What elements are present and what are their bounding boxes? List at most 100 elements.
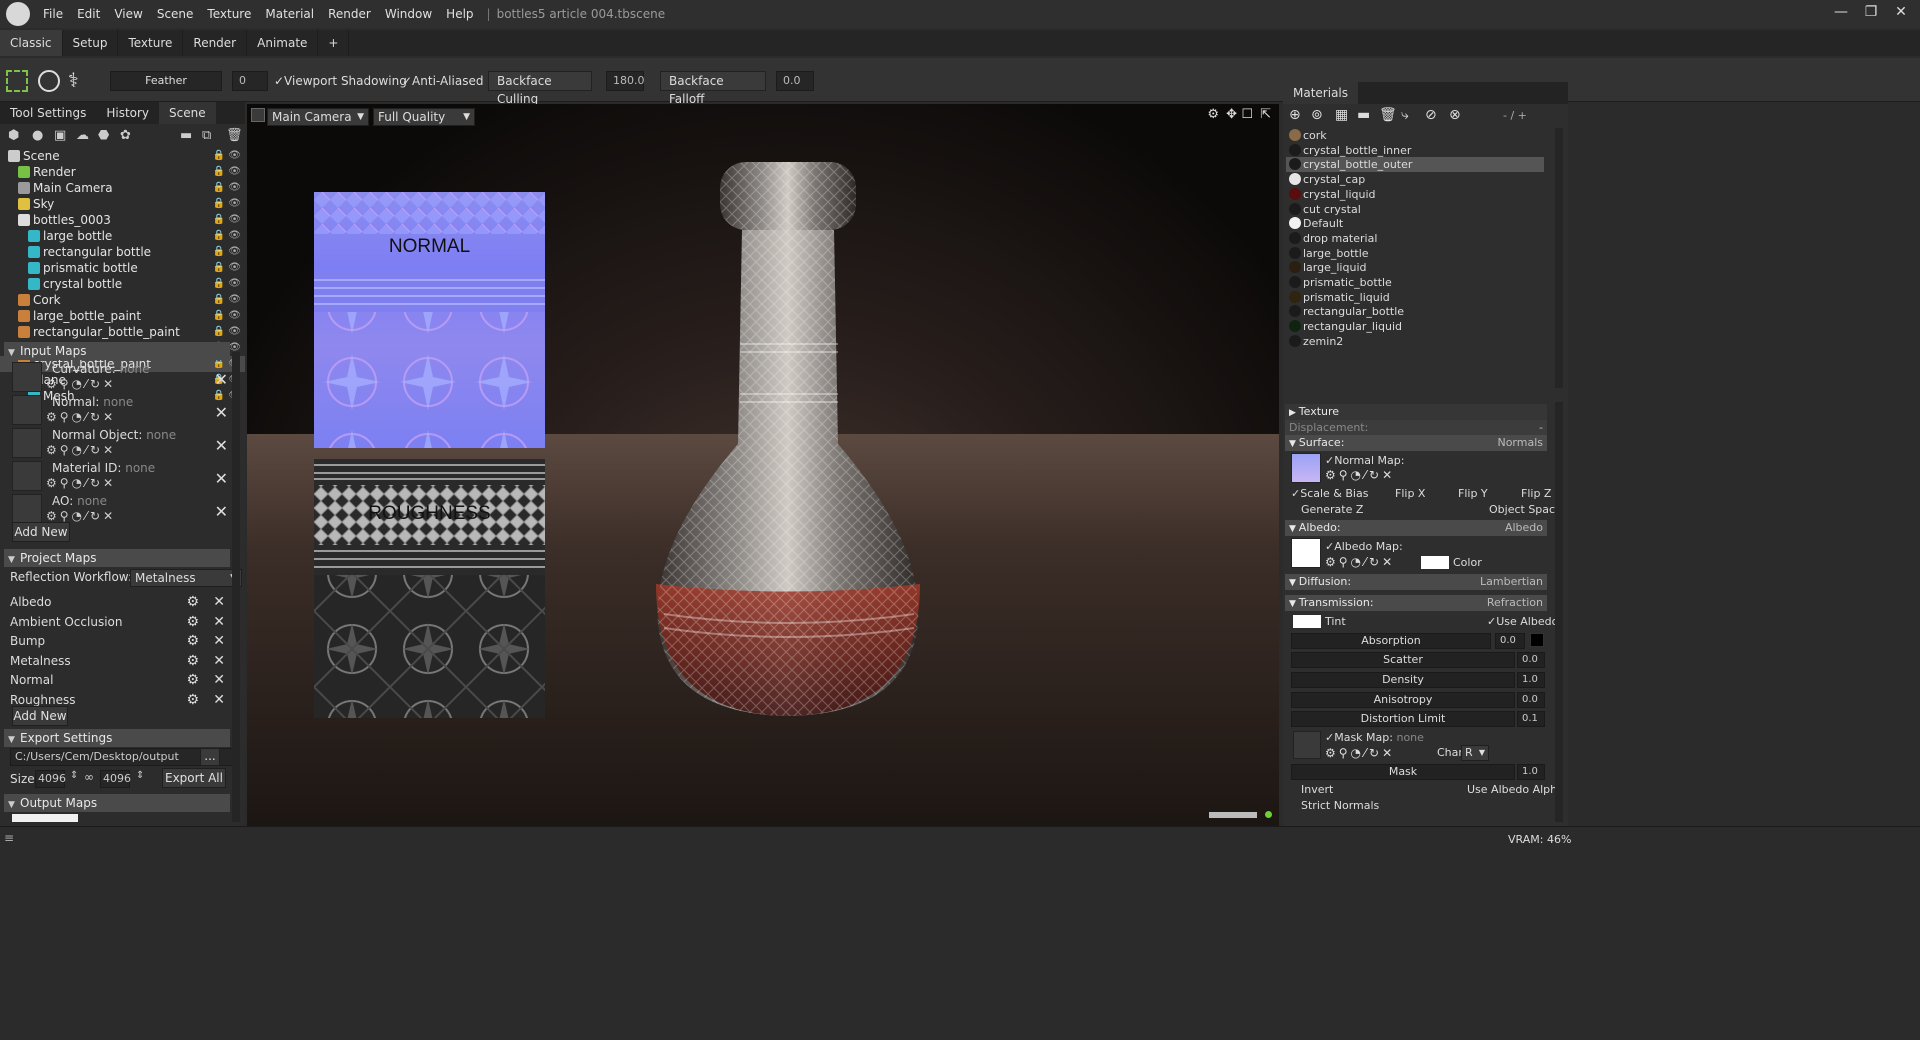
channel-select[interactable]: R ▼	[1461, 745, 1489, 761]
material-item[interactable]: drop material	[1286, 231, 1544, 246]
project-maps-header[interactable]: ▼ Project Maps	[4, 549, 230, 567]
scene-tree-item[interactable]: Scene 🔒 👁	[0, 148, 245, 164]
material-item[interactable]: large_liquid	[1286, 260, 1544, 275]
properties-scrollbar[interactable]	[1555, 402, 1563, 822]
viewport-shadowing-checkbox[interactable]: ✓Viewport Shadowing	[274, 71, 407, 91]
assign-icon[interactable]: ⤷	[1401, 107, 1409, 123]
input-map-thumb[interactable]	[12, 428, 42, 458]
distortion-limit-input[interactable]: 0.1	[1517, 711, 1545, 727]
lock-visibility-icon[interactable]: 🔒 👁	[213, 196, 241, 212]
menu-file[interactable]: File	[36, 7, 70, 21]
minimize-icon[interactable]: —	[1828, 4, 1854, 24]
input-maps-add-new-button[interactable]: Add New	[12, 522, 70, 542]
material-item[interactable]: cork	[1286, 128, 1544, 143]
mask-map-tools[interactable]: ⚙⚲◔⁄↻✕	[1325, 746, 1395, 760]
scene-tree-item[interactable]: Render 🔒 👁	[0, 164, 245, 180]
diffusion-header[interactable]: ▼ Diffusion: Lambertian	[1285, 574, 1547, 590]
texture-section-header[interactable]: ▶ Texture	[1285, 404, 1547, 420]
object-space-checkbox[interactable]: Object Space	[1489, 503, 1562, 516]
lock-visibility-icon[interactable]: 🔒 👁	[213, 308, 241, 324]
scene-tree-item[interactable]: Main Camera 🔒 👁	[0, 180, 245, 196]
close-icon[interactable]: ✕	[1888, 4, 1914, 24]
distortion-limit-slider[interactable]: Distortion Limit	[1291, 711, 1515, 727]
flip-x-checkbox[interactable]: Flip X	[1395, 487, 1425, 500]
input-map-thumb[interactable]	[12, 494, 42, 524]
viewport[interactable]: Main Camera ▼ Full Quality ▼ ⚙ ✥ ☐ ⇱ NOR…	[247, 104, 1279, 826]
albedo-map-tools[interactable]: ⚙⚲◔⁄↻✕	[1325, 555, 1395, 569]
checker-icon[interactable]: ▦	[1335, 107, 1348, 123]
scale-bias-checkbox[interactable]: ✓Scale & Bias	[1291, 487, 1368, 500]
backface-culling-button[interactable]: Backface Culling	[488, 71, 592, 106]
remove-icon[interactable]: ✕	[213, 592, 225, 612]
gear-icon[interactable]: ⚙	[186, 592, 199, 612]
generate-z-checkbox[interactable]: Generate Z	[1301, 503, 1363, 516]
width-input[interactable]: 4096	[35, 770, 66, 788]
use-albedo-alpha-checkbox[interactable]: Use Albedo Alpha	[1467, 783, 1564, 796]
folder-icon[interactable]: ▬	[1357, 107, 1370, 123]
frame-icon[interactable]: ☐	[1241, 107, 1253, 122]
input-map-slot[interactable]: Normal Object: none ⚙⚲◔⁄↻✕ ✕	[12, 428, 228, 461]
feather-input[interactable]: 0	[232, 71, 268, 91]
scene-tree-item[interactable]: large_bottle_paint 🔒 👁	[0, 308, 245, 324]
materials-scrollbar[interactable]	[1555, 128, 1563, 388]
lock-visibility-icon[interactable]: 🔒 👁	[213, 292, 241, 308]
gear-icon[interactable]: ⚙	[186, 612, 199, 632]
mask-slider[interactable]: Mask	[1291, 764, 1515, 780]
lock-visibility-icon[interactable]: 🔒 👁	[213, 276, 241, 292]
lock-visibility-icon[interactable]: 🔒 👁	[213, 164, 241, 180]
add-render-icon[interactable]: ✿	[120, 128, 131, 143]
add-object-icon[interactable]: ⬢	[8, 128, 19, 143]
absorption-slider[interactable]: Absorption	[1291, 633, 1491, 649]
select-icon[interactable]: ⊘	[1425, 107, 1437, 123]
strict-normals-checkbox[interactable]: Strict Normals	[1301, 799, 1379, 812]
duplicate-material-icon[interactable]: ⊚	[1311, 107, 1323, 123]
clear-icon[interactable]: ⊗	[1449, 107, 1461, 123]
scene-tree-item[interactable]: prismatic bottle 🔒 👁	[0, 260, 245, 276]
material-item[interactable]: crystal_liquid	[1286, 187, 1544, 202]
camera-select[interactable]: Main Camera ▼	[267, 108, 369, 126]
scene-tree-item[interactable]: Sky 🔒 👁	[0, 196, 245, 212]
material-item[interactable]: crystal_bottle_outer	[1286, 157, 1544, 173]
input-map-slot[interactable]: Normal: none ⚙⚲◔⁄↻✕ ✕	[12, 395, 228, 428]
menu-help[interactable]: Help	[439, 7, 480, 21]
add-camera-icon[interactable]: ▣	[54, 128, 66, 143]
browse-button[interactable]: ...	[200, 748, 220, 766]
scene-tree-item[interactable]: rectangular_bottle_paint 🔒 👁	[0, 324, 245, 340]
scene-tree-item[interactable]: bottles_0003 🔒 👁	[0, 212, 245, 228]
material-item[interactable]: zemin2	[1286, 334, 1544, 349]
remove-icon[interactable]: ✕	[213, 612, 225, 632]
scene-tree-item[interactable]: large bottle 🔒 👁	[0, 228, 245, 244]
export-all-button[interactable]: Export All	[162, 768, 226, 788]
flip-z-checkbox[interactable]: Flip Z	[1521, 487, 1551, 500]
input-map-tools[interactable]: ⚙⚲◔⁄↻✕	[46, 377, 116, 391]
remove-map-icon[interactable]: ✕	[215, 436, 228, 455]
camera-icon[interactable]	[251, 108, 265, 122]
remove-icon[interactable]: ✕	[213, 670, 225, 690]
gear-icon[interactable]: ⚙	[186, 690, 199, 710]
project-map-row[interactable]: Normal ⚙ ✕	[10, 670, 225, 690]
material-item[interactable]: rectangular_bottle	[1286, 304, 1544, 319]
displacement-header[interactable]: Displacement: -	[1285, 420, 1547, 436]
input-map-thumb[interactable]	[12, 362, 42, 392]
remove-icon[interactable]: ✕	[213, 651, 225, 671]
scene-tree-item[interactable]: Cork 🔒 👁	[0, 292, 245, 308]
albedo-color-swatch[interactable]	[1421, 556, 1449, 569]
density-input[interactable]: 1.0	[1517, 672, 1545, 688]
material-item[interactable]: prismatic_liquid	[1286, 290, 1544, 305]
delete-icon[interactable]: 🗑	[1379, 107, 1397, 123]
lock-visibility-icon[interactable]: 🔒 👁	[213, 244, 241, 260]
invert-checkbox[interactable]: Invert	[1301, 783, 1333, 796]
menu-window[interactable]: Window	[378, 7, 439, 21]
normal-map-thumb[interactable]	[1291, 453, 1321, 483]
lock-visibility-icon[interactable]: 🔒 👁	[213, 148, 241, 164]
tab-animate[interactable]: Animate	[247, 30, 319, 56]
tab-scene[interactable]: Scene	[159, 102, 216, 124]
scene-tree-item[interactable]: crystal bottle 🔒 👁	[0, 276, 245, 292]
material-item[interactable]: crystal_cap	[1286, 172, 1544, 187]
mask-input[interactable]: 1.0	[1517, 764, 1545, 780]
project-maps-add-new-button[interactable]: Add New	[12, 706, 68, 726]
reflection-workflow-select[interactable]: Metalness▼	[130, 569, 242, 587]
gear-icon[interactable]: ⚙	[186, 670, 199, 690]
menu-lines-icon[interactable]: ≡	[4, 831, 14, 845]
material-item[interactable]: prismatic_bottle	[1286, 275, 1544, 290]
